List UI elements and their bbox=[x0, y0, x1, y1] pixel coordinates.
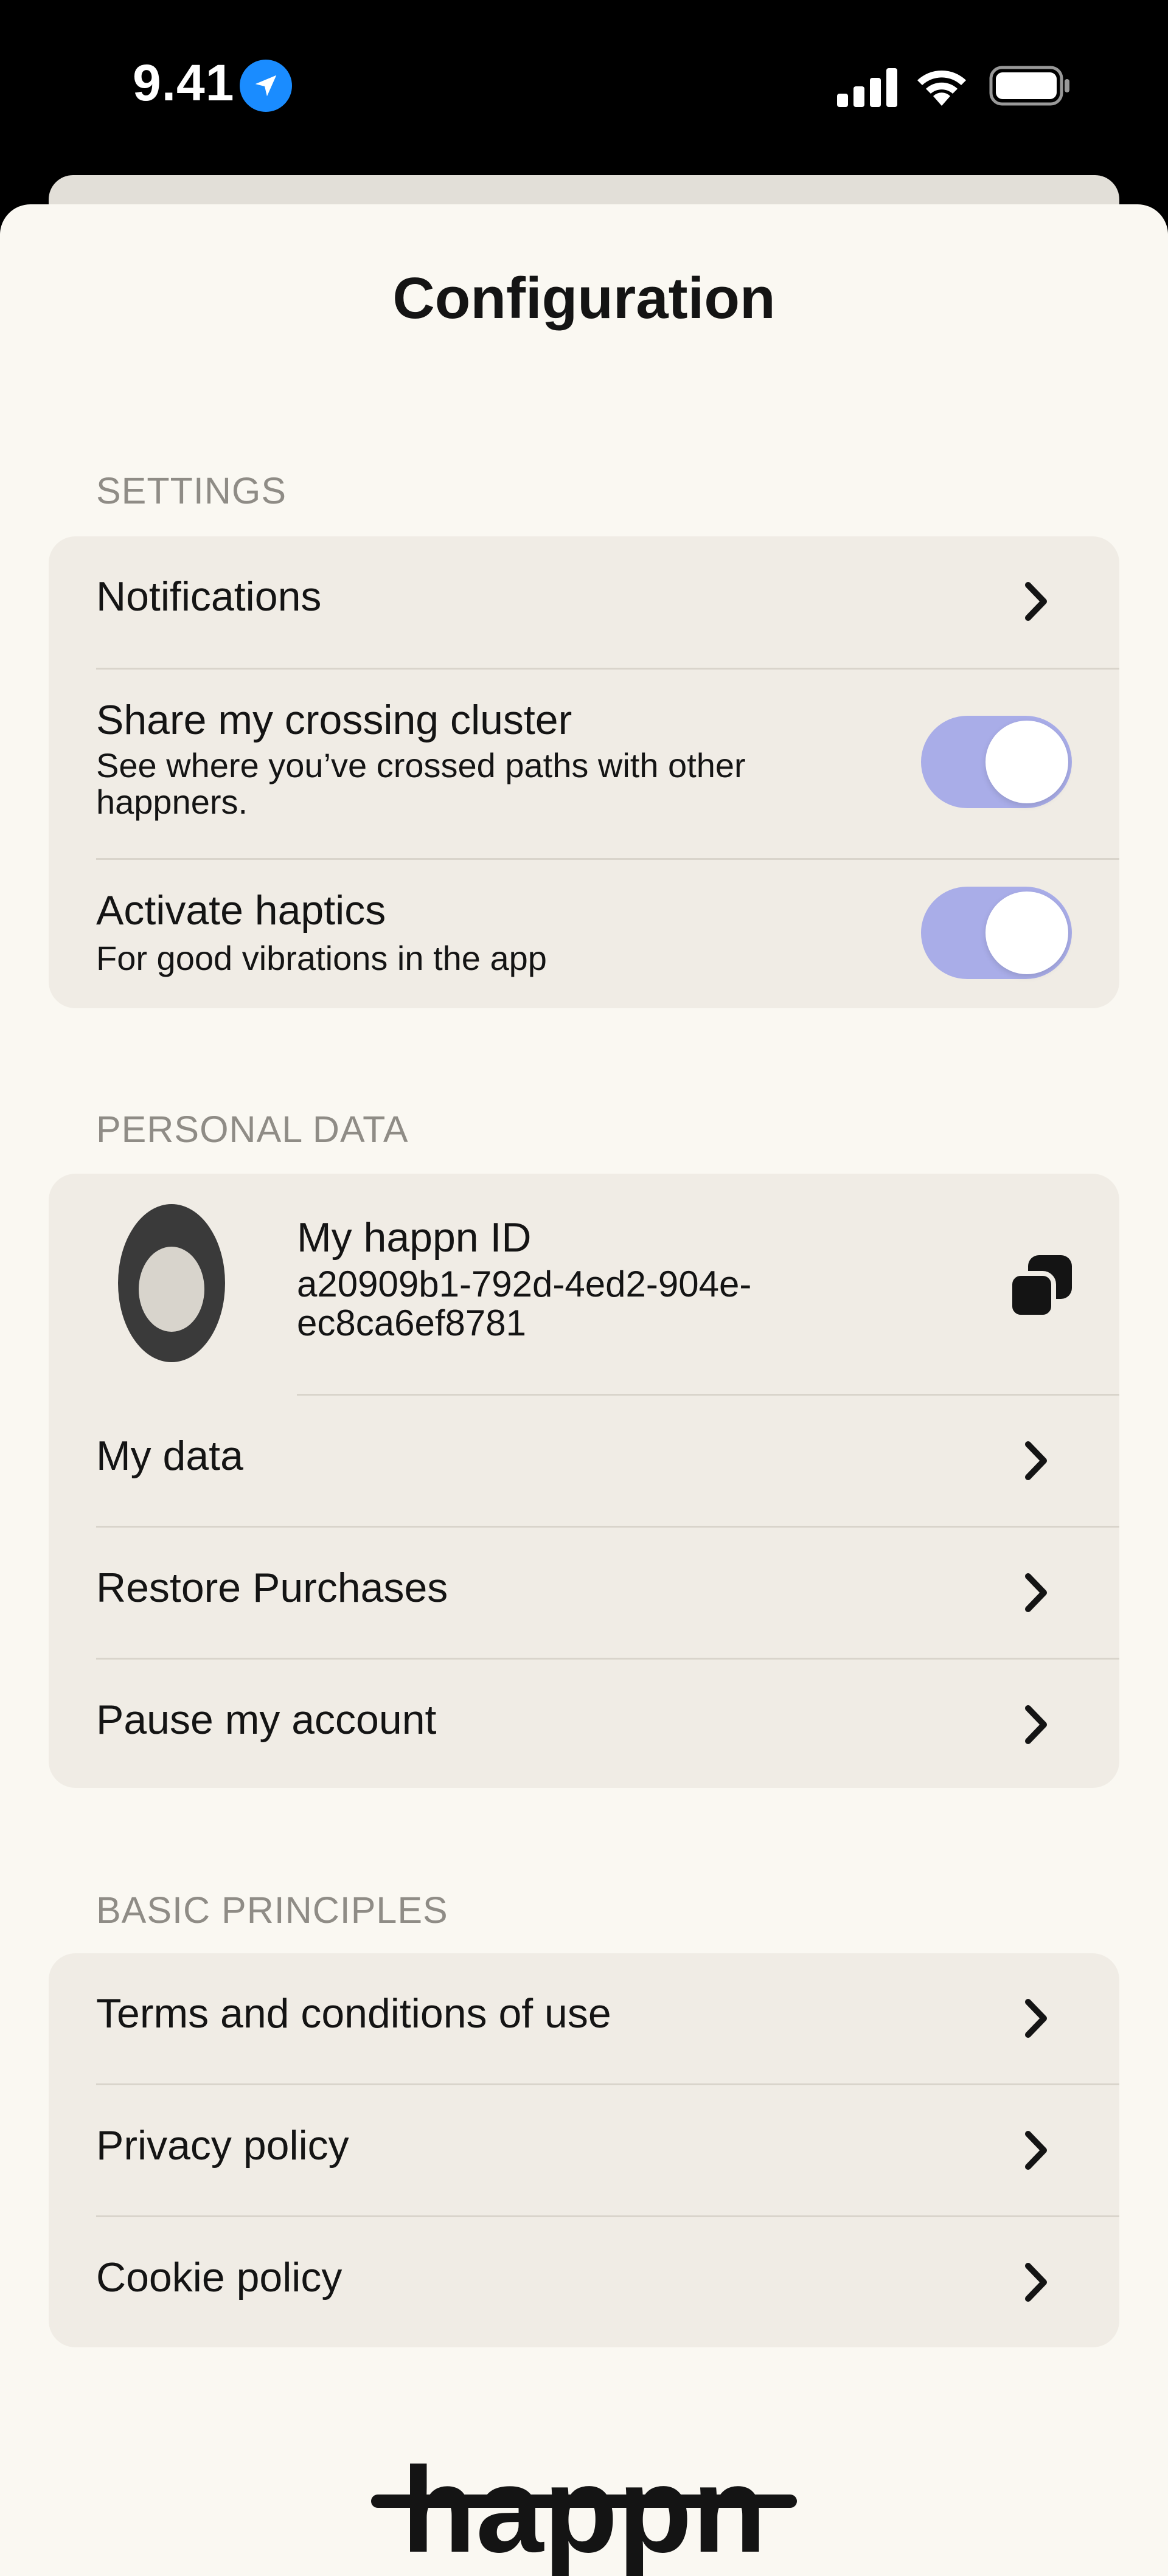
happn-id-line2: ec8ca6ef8781 bbox=[297, 1303, 526, 1343]
chevron-right-icon bbox=[1025, 2263, 1047, 2302]
restore-purchases-label: Restore Purchases bbox=[96, 1565, 448, 1611]
notifications-row[interactable]: Notifications bbox=[49, 536, 1119, 668]
status-time: 9.41 bbox=[133, 54, 235, 111]
crossing-cluster-toggle[interactable] bbox=[921, 716, 1072, 808]
section-label-personal-data: PERSONAL DATA bbox=[96, 1109, 409, 1150]
pause-account-label: Pause my account bbox=[96, 1697, 437, 1743]
crossing-cluster-subtitle: See where you’ve crossed paths with othe… bbox=[96, 746, 746, 821]
cookie-row[interactable]: Cookie policy bbox=[49, 2217, 1119, 2347]
section-label-settings: SETTINGS bbox=[96, 470, 287, 511]
happn-id-title: My happn ID bbox=[297, 1214, 532, 1261]
svg-text:happn: happn bbox=[401, 2442, 766, 2576]
settings-card: Notifications Share my crossing cluster … bbox=[49, 536, 1119, 1008]
wifi-icon bbox=[917, 71, 966, 106]
personal-data-card: My happn ID a20909b1-792d-4ed2-904e- ec8… bbox=[49, 1174, 1119, 1788]
privacy-label: Privacy policy bbox=[96, 2122, 349, 2169]
happn-id-row: My happn ID a20909b1-792d-4ed2-904e- ec8… bbox=[49, 1174, 1119, 1394]
chevron-right-icon bbox=[1025, 1999, 1047, 2038]
haptics-toggle[interactable] bbox=[921, 887, 1072, 979]
avatar bbox=[118, 1204, 225, 1362]
haptics-subtitle: For good vibrations in the app bbox=[96, 939, 547, 977]
chevron-right-icon bbox=[1025, 2131, 1047, 2170]
happn-id-line1: a20909b1-792d-4ed2-904e- bbox=[297, 1264, 752, 1304]
page-title: Configuration bbox=[392, 266, 776, 331]
battery-icon bbox=[989, 66, 1069, 106]
pause-account-row[interactable]: Pause my account bbox=[49, 1660, 1119, 1788]
crossing-cluster-title: Share my crossing cluster bbox=[96, 697, 572, 743]
terms-row[interactable]: Terms and conditions of use bbox=[49, 1953, 1119, 2083]
basic-principles-card: Terms and conditions of use Privacy poli… bbox=[49, 1953, 1119, 2347]
toggle-knob bbox=[985, 892, 1068, 974]
notifications-label: Notifications bbox=[96, 573, 322, 620]
happn-logo: happn bbox=[371, 2442, 797, 2576]
copy-icon[interactable] bbox=[1007, 1253, 1074, 1320]
status-bar: 9.41 bbox=[0, 0, 1168, 182]
configuration-sheet: Configuration SETTINGS Notifications Sha… bbox=[0, 204, 1168, 2576]
terms-label: Terms and conditions of use bbox=[96, 1990, 611, 2037]
cookie-label: Cookie policy bbox=[96, 2254, 342, 2301]
haptics-row: Activate haptics For good vibrations in … bbox=[49, 860, 1119, 1008]
chevron-right-icon bbox=[1025, 1705, 1047, 1744]
privacy-row[interactable]: Privacy policy bbox=[49, 2085, 1119, 2215]
haptics-title: Activate haptics bbox=[96, 887, 386, 933]
restore-purchases-row[interactable]: Restore Purchases bbox=[49, 1528, 1119, 1658]
crossing-cluster-row: Share my crossing cluster See where you’… bbox=[49, 670, 1119, 858]
my-data-row[interactable]: My data bbox=[49, 1396, 1119, 1526]
signal-icon bbox=[837, 68, 897, 107]
section-label-basic-principles: BASIC PRINCIPLES bbox=[96, 1889, 448, 1931]
chevron-right-icon bbox=[1025, 1441, 1047, 1480]
chevron-right-icon bbox=[1025, 582, 1047, 621]
location-arrow-icon bbox=[240, 60, 292, 112]
my-data-label: My data bbox=[96, 1433, 243, 1479]
chevron-right-icon bbox=[1025, 1573, 1047, 1612]
toggle-knob bbox=[985, 721, 1068, 803]
